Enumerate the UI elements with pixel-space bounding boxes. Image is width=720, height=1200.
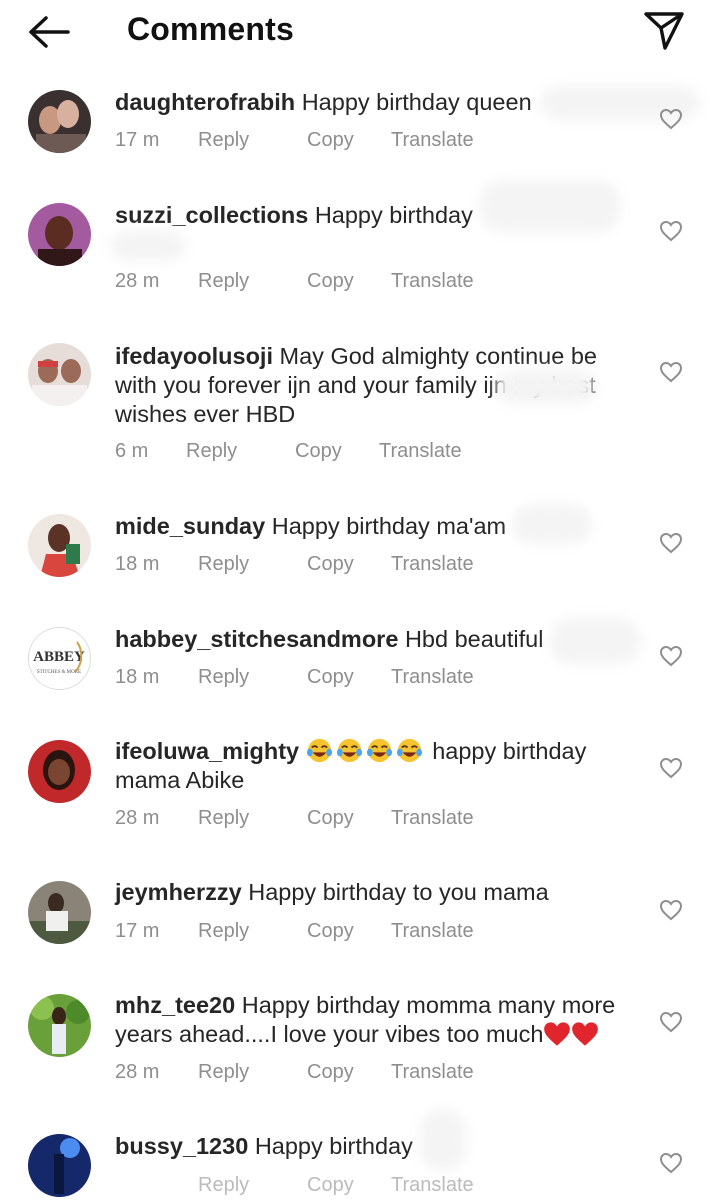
translate-button[interactable]: Translate <box>391 553 474 576</box>
share-button[interactable] <box>640 8 688 52</box>
comment-time: 6 m <box>115 440 149 462</box>
tears-of-joy-emoji-icon <box>336 738 362 763</box>
page-title: Comments <box>127 11 294 47</box>
comment-username[interactable]: bussy_1230 <box>115 1133 248 1159</box>
heart-icon[interactable] <box>659 899 683 921</box>
reply-button[interactable]: Reply <box>198 270 249 293</box>
translate-button[interactable]: Translate <box>391 270 474 293</box>
arrow-left-icon <box>29 16 70 48</box>
heart-icon[interactable] <box>659 532 683 554</box>
comment-username[interactable]: jeymherzzy <box>115 879 242 905</box>
heart-icon[interactable] <box>659 108 683 130</box>
comment-text: Happy birthday <box>254 1133 413 1159</box>
comment-time: 18 m <box>115 666 160 688</box>
avatar[interactable] <box>28 203 91 266</box>
red-heart-emoji-icon <box>572 1022 599 1046</box>
comment-time: 28 m <box>115 807 160 829</box>
avatar[interactable] <box>28 514 91 577</box>
translate-button[interactable]: Translate <box>391 920 474 943</box>
tears-of-joy-emoji-icon <box>396 738 422 763</box>
tears-of-joy-emoji-icon <box>366 738 392 763</box>
copy-button[interactable]: Copy <box>307 666 354 689</box>
avatar[interactable] <box>28 343 91 406</box>
copy-button[interactable]: Copy <box>307 553 354 576</box>
comment-username[interactable]: mhz_tee20 <box>115 992 235 1018</box>
translate-button[interactable]: Translate <box>391 807 474 830</box>
comment-time: 18 m <box>115 553 160 575</box>
comment-text: Happy birthday queen <box>301 89 532 115</box>
heart-icon[interactable] <box>659 645 683 667</box>
translate-button[interactable]: Translate <box>391 1061 474 1084</box>
avatar[interactable]: ABBEY STITCHES & MORE <box>28 627 91 690</box>
copy-button[interactable]: Copy <box>295 440 342 463</box>
reply-button[interactable]: Reply <box>198 920 249 943</box>
paper-plane-icon <box>644 12 684 50</box>
reply-button[interactable]: Reply <box>198 553 249 576</box>
comment-text: Happy birthday to you mama <box>248 879 549 905</box>
comment-username[interactable]: ifeoluwa_mighty <box>115 738 299 764</box>
comment-username[interactable]: daughterofrabih <box>115 89 295 115</box>
heart-icon[interactable] <box>659 1011 683 1033</box>
comment-time: 28 m <box>115 270 160 292</box>
heart-icon[interactable] <box>659 1152 683 1174</box>
comment-text: Happy birthday ma'am <box>271 513 507 539</box>
comment-text: Happy birthday <box>314 202 473 228</box>
avatar[interactable] <box>28 1134 91 1197</box>
comment-time: 28 m <box>115 1061 160 1083</box>
copy-button[interactable]: Copy <box>307 129 354 152</box>
translate-button[interactable]: Translate <box>391 129 474 152</box>
comment-username[interactable]: mide_sunday <box>115 513 265 539</box>
heart-icon[interactable] <box>659 757 683 779</box>
reply-button[interactable]: Reply <box>186 440 237 463</box>
avatar[interactable] <box>28 881 91 944</box>
comment-username[interactable]: habbey_stitchesandmore <box>115 626 398 652</box>
red-heart-emoji-icons <box>543 1021 599 1047</box>
translate-button[interactable]: Translate <box>391 666 474 689</box>
tears-of-joy-emoji-icon <box>306 738 332 763</box>
header-bar: Comments <box>0 0 720 64</box>
translate-button[interactable]: Translate <box>379 440 462 463</box>
red-heart-emoji-icon <box>544 1022 571 1046</box>
copy-button[interactable]: Copy <box>307 807 354 830</box>
reply-button[interactable]: Reply <box>198 807 249 830</box>
comment-time: 17 m <box>115 920 160 942</box>
reply-button[interactable]: Reply <box>198 666 249 689</box>
avatar[interactable] <box>28 740 91 803</box>
comment-username[interactable]: ifedayoolusoji <box>115 343 273 369</box>
comment-text: Hbd beautiful <box>404 626 544 652</box>
avatar[interactable] <box>28 994 91 1057</box>
comment-username[interactable]: suzzi_collections <box>115 202 308 228</box>
back-button[interactable] <box>26 12 72 52</box>
laughing-emoji-icons <box>306 738 426 764</box>
copy-button[interactable]: Copy <box>307 1061 354 1084</box>
avatar[interactable] <box>28 90 91 153</box>
heart-icon[interactable] <box>659 361 683 383</box>
reply-button[interactable]: Reply <box>198 1061 249 1084</box>
copy-button[interactable]: Copy <box>307 920 354 943</box>
avatar-logo-text: ABBEY <box>33 649 85 665</box>
heart-icon[interactable] <box>659 220 683 242</box>
copy-button[interactable]: Copy <box>307 270 354 293</box>
comment-time: 17 m <box>115 129 160 151</box>
avatar-logo-subtext: STITCHES & MORE <box>37 670 81 675</box>
reply-button[interactable]: Reply <box>198 129 249 152</box>
